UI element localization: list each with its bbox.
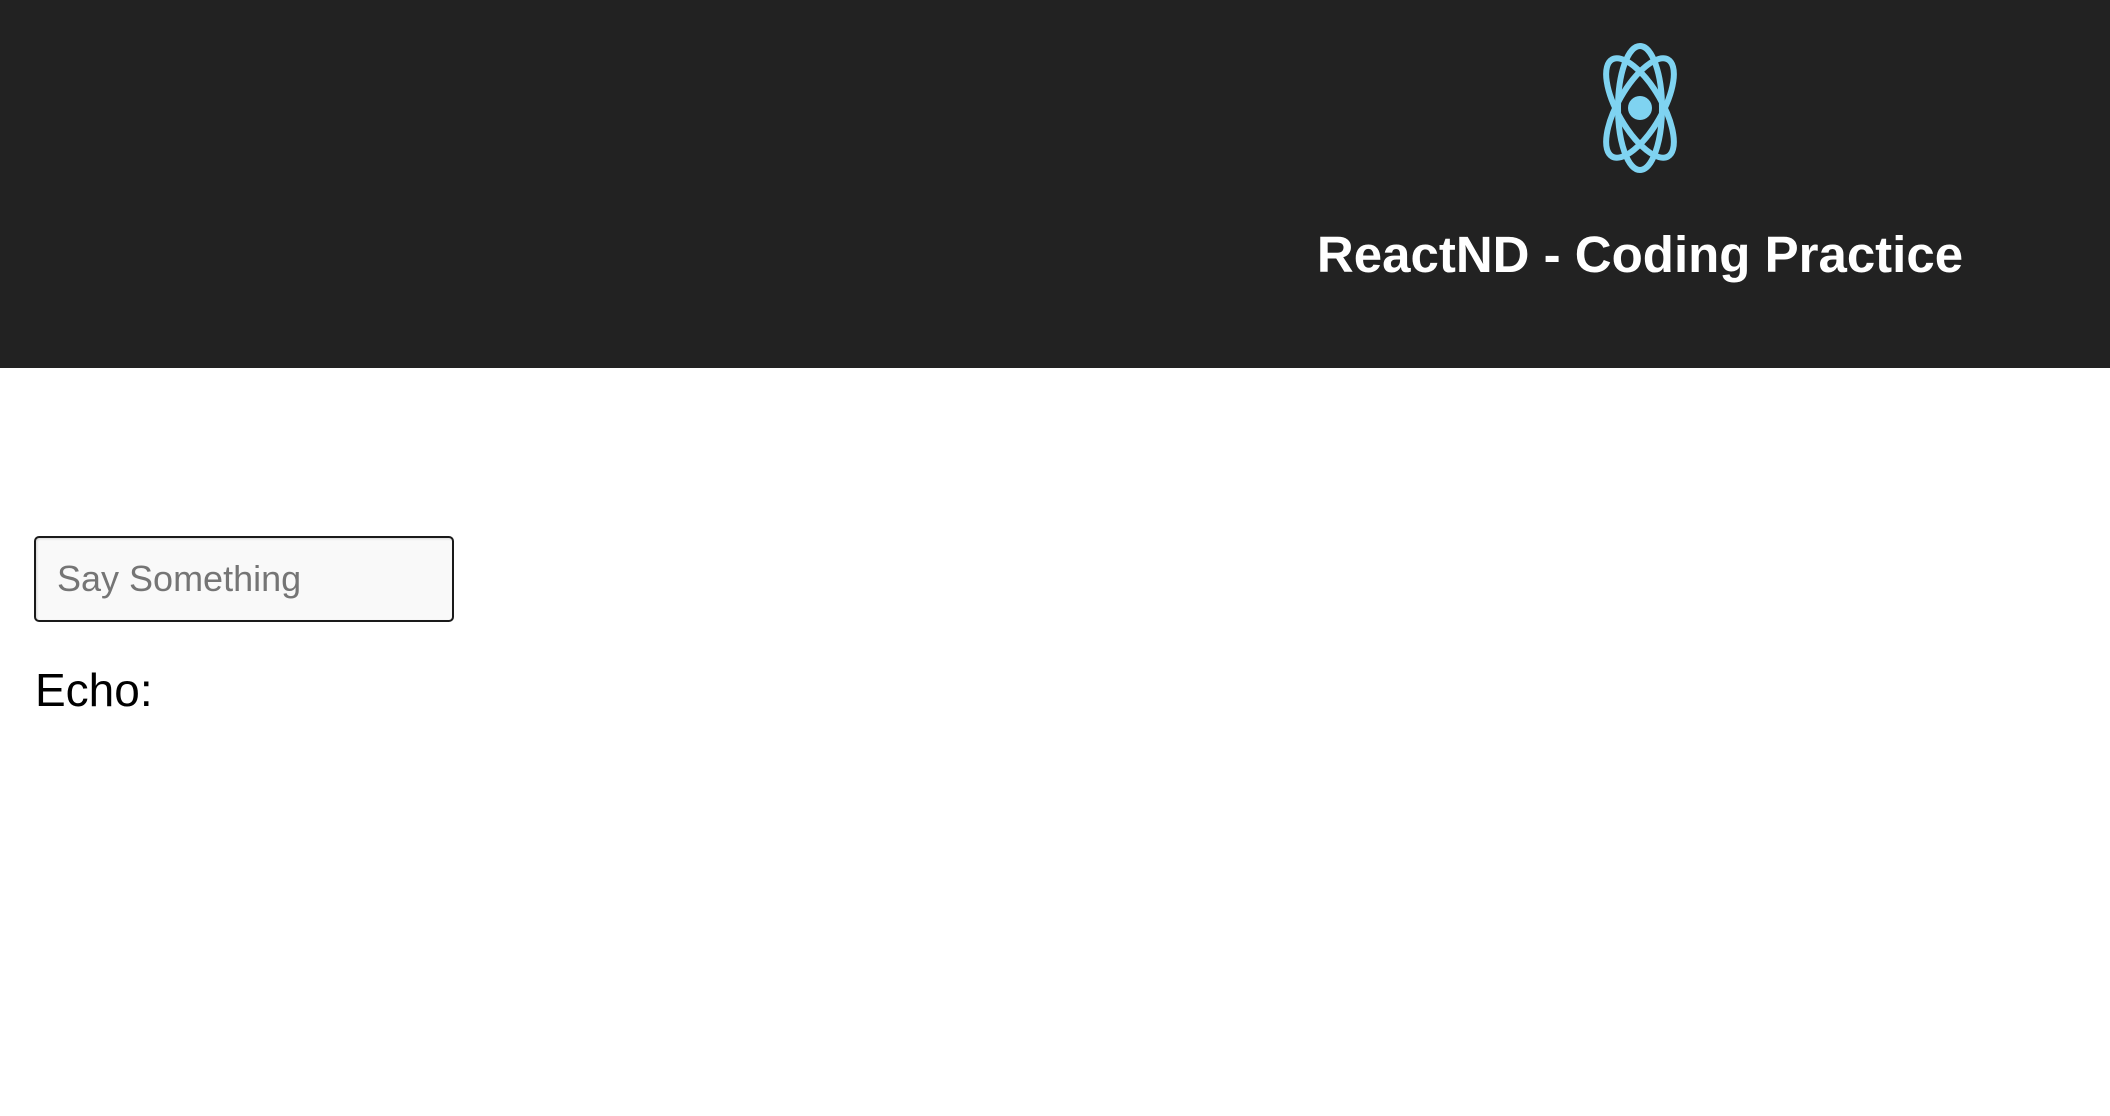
say-something-input[interactable] [34, 536, 454, 622]
echo-output: Echo: [35, 662, 163, 718]
echo-label: Echo: [35, 664, 153, 716]
app-header: ReactND - Coding Practice [0, 0, 2110, 368]
react-atom-icon [1579, 42, 1701, 174]
page-title: ReactND - Coding Practice [1316, 226, 1964, 283]
